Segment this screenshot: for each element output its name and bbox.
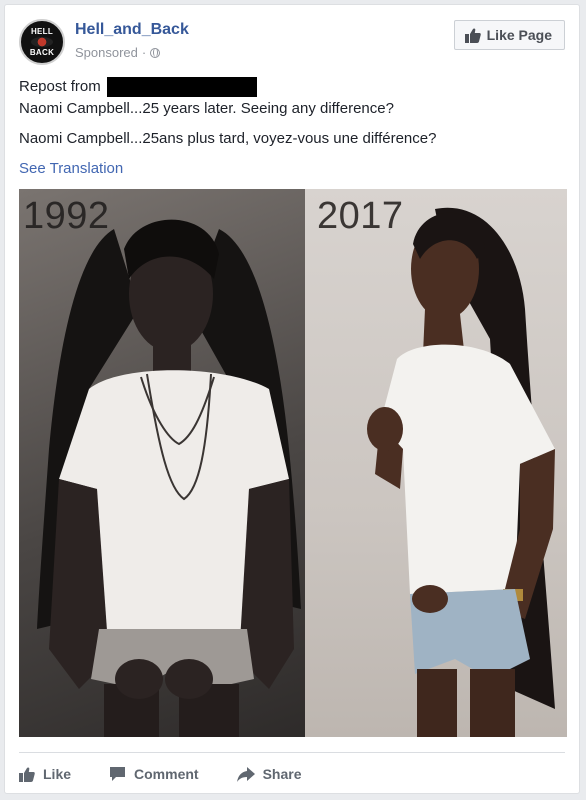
repost-label: Repost from bbox=[19, 78, 101, 95]
thumbs-up-icon bbox=[464, 27, 481, 43]
avatar-text-bottom: BACK bbox=[29, 48, 55, 57]
image-panel-left: 1992 bbox=[19, 189, 305, 737]
meta-separator: · bbox=[141, 45, 147, 60]
sponsored-label[interactable]: Sponsored bbox=[75, 45, 138, 60]
sponsored-meta: Sponsored · bbox=[75, 45, 161, 60]
post-header: HELL BACK Hell_and_Back Sponsored · Like… bbox=[19, 17, 565, 67]
post-image[interactable]: 1992 2017 bbox=[19, 189, 567, 737]
skull-logo-icon bbox=[31, 37, 53, 47]
thumbs-up-icon bbox=[19, 766, 35, 782]
globe-icon bbox=[150, 47, 161, 58]
actions-divider bbox=[19, 752, 565, 753]
page-name-link[interactable]: Hell_and_Back bbox=[75, 21, 189, 39]
avatar-text-top: HELL bbox=[30, 27, 54, 36]
redaction-bar bbox=[106, 77, 257, 97]
image-panel-right: 2017 bbox=[305, 189, 567, 737]
comment-icon bbox=[109, 766, 126, 782]
comment-label: Comment bbox=[134, 766, 199, 782]
share-label: Share bbox=[262, 766, 302, 782]
share-arrow-icon bbox=[236, 766, 255, 782]
post-text-french: Naomi Campbell...25ans plus tard, voyez-… bbox=[19, 130, 437, 147]
like-button[interactable]: Like bbox=[19, 766, 71, 782]
repost-line: Repost from bbox=[19, 77, 565, 97]
post-text-english: Naomi Campbell...25 years later. Seeing … bbox=[19, 100, 394, 117]
like-page-label: Like Page bbox=[486, 27, 552, 43]
year-label-right: 2017 bbox=[317, 195, 404, 237]
like-page-button[interactable]: Like Page bbox=[453, 20, 565, 50]
post-body: Repost from Naomi Campbell...25 years la… bbox=[19, 77, 565, 179]
page-avatar[interactable]: HELL BACK bbox=[19, 19, 65, 65]
year-label-left: 1992 bbox=[23, 195, 110, 237]
sponsored-post: HELL BACK Hell_and_Back Sponsored · Like… bbox=[4, 4, 580, 794]
like-label: Like bbox=[43, 766, 72, 782]
portrait-left bbox=[37, 219, 301, 737]
portrait-right bbox=[367, 207, 555, 737]
see-translation-link[interactable]: See Translation bbox=[19, 159, 565, 179]
comment-button[interactable]: Comment bbox=[109, 766, 199, 782]
share-button[interactable]: Share bbox=[236, 766, 302, 782]
post-actions-bar: Like Comment Share bbox=[19, 757, 565, 791]
